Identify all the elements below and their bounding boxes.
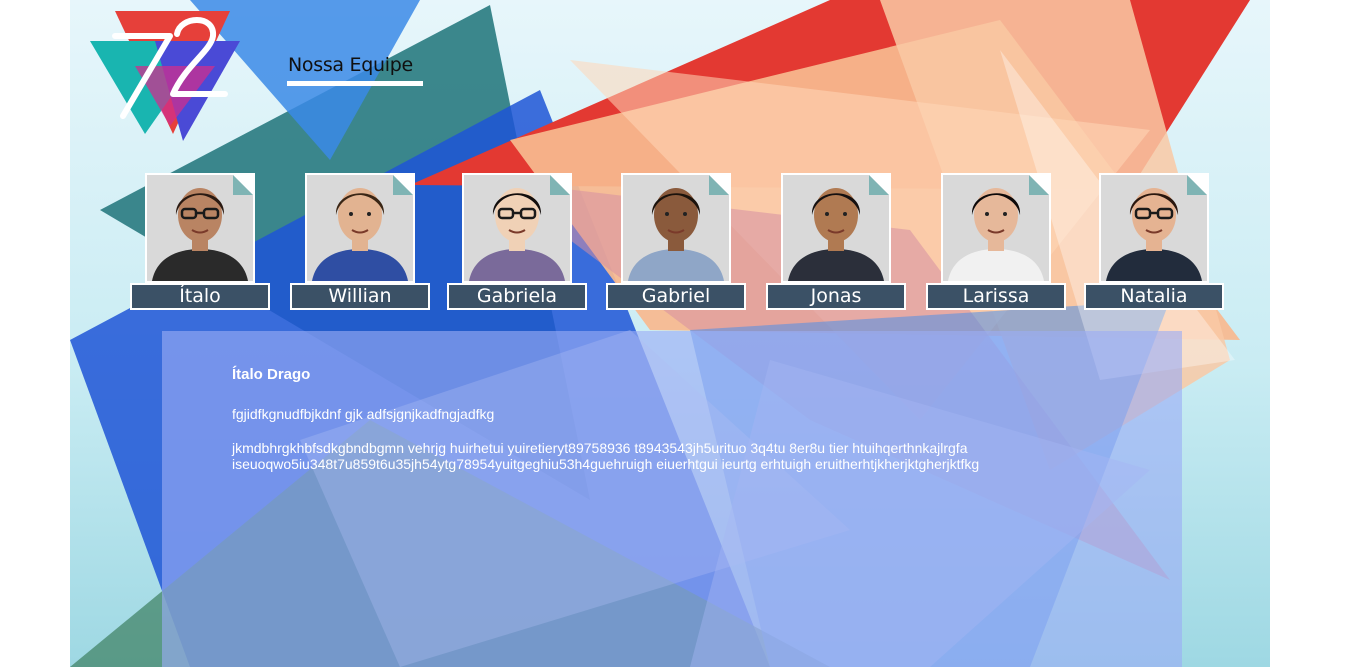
member-bio-line-2: jkmdbhrgkhbfsdkgbndbgmn vehrjg huirhetui… [232, 440, 980, 472]
team-member-card[interactable]: Natalia [1084, 173, 1224, 311]
team-member-card[interactable]: Jonas [766, 173, 906, 311]
member-portrait-image [943, 175, 1049, 281]
member-bio-line-1: fgjidfkgnudfbjkdnf gjk adfsjgnjkadfngjad… [232, 406, 495, 422]
member-portrait-image [783, 175, 889, 281]
member-portrait-image [307, 175, 413, 281]
member-portrait-image [1101, 175, 1207, 281]
member-name-label: Gabriela [447, 283, 587, 310]
member-name-label: Larissa [926, 283, 1066, 310]
team-member-card[interactable]: Gabriela [447, 173, 587, 311]
team-member-card[interactable]: Ítalo [130, 173, 270, 311]
member-photo [145, 173, 255, 283]
member-photo [305, 173, 415, 283]
member-name-label: Ítalo [130, 283, 270, 310]
member-portrait-image [623, 175, 729, 281]
member-photo [462, 173, 572, 283]
member-detail-panel: Ítalo Drago fgjidfkgnudfbjkdnf gjk adfsj… [162, 331, 1182, 667]
member-name-label: Gabriel [606, 283, 746, 310]
team-member-card[interactable]: Willian [290, 173, 430, 311]
member-photo [941, 173, 1051, 283]
page-canvas: Nossa Equipe Ítalo Willian Gabriela Gabriel… [70, 0, 1270, 667]
member-portrait-image [147, 175, 253, 281]
member-full-name: Ítalo Drago [232, 366, 311, 383]
member-photo [621, 173, 731, 283]
team-members-row: Ítalo Willian Gabriela Gabriel Jonas Larissa N… [70, 0, 1270, 320]
member-name-label: Natalia [1084, 283, 1224, 310]
member-photo [1099, 173, 1209, 283]
member-name-label: Jonas [766, 283, 906, 310]
member-name-label: Willian [290, 283, 430, 310]
member-portrait-image [464, 175, 570, 281]
member-photo [781, 173, 891, 283]
team-member-card[interactable]: Larissa [926, 173, 1066, 311]
team-member-card[interactable]: Gabriel [606, 173, 746, 311]
